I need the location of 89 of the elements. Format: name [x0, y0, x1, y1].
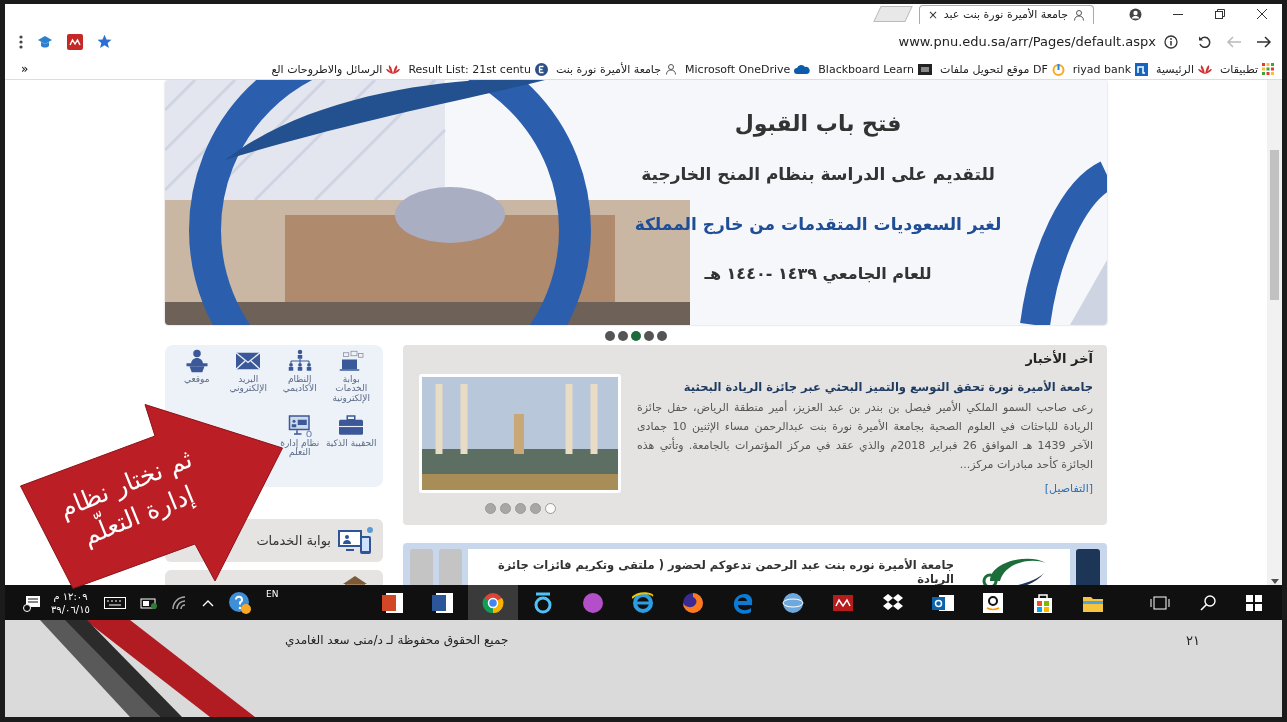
person-icon — [1073, 8, 1085, 21]
petal-logo-icon — [386, 63, 401, 75]
keyboard-icon[interactable] — [103, 596, 126, 609]
monitor-phone-icon — [337, 525, 373, 556]
footer-credit: جميع الحقوق محفوظة لـ د/منى سعد الغامدي — [285, 633, 509, 647]
quick-link[interactable]: البريد الإلكتروني — [222, 349, 274, 394]
browser-tab[interactable]: جامعة الأميرة نورة بنت عبد × — [919, 4, 1094, 24]
store-bag-icon — [1032, 591, 1055, 614]
round-browser-icon — [482, 591, 505, 614]
round-logo-icon — [534, 62, 548, 76]
bookmark[interactable]: Blackboard Learn — [818, 62, 933, 76]
circle-app-icon — [582, 591, 605, 614]
windows-start-icon[interactable] — [1246, 594, 1262, 611]
slide-dot[interactable] — [631, 331, 641, 341]
slide-dot[interactable] — [644, 331, 654, 341]
star-icon[interactable] — [97, 34, 112, 49]
banner-text: للعام الجامعي ١٤٣٩ -١٤٤٠ هـ — [704, 263, 932, 286]
address-bar[interactable]: www.pnu.edu.sa/arr/Pages/default.aspx — [126, 29, 1184, 54]
quick-link[interactable]: بوابة الخدمات الإلكترونية — [325, 349, 377, 404]
input-language[interactable]: EN — [265, 589, 279, 599]
slide-dot[interactable] — [605, 331, 615, 341]
more-bookmarks-button[interactable]: » — [21, 62, 29, 76]
slide-dot[interactable] — [657, 331, 667, 341]
slide-number: ٢١ — [1186, 633, 1200, 648]
bookmark[interactable]: الرسائل والاطروحات الع — [271, 62, 401, 76]
taskbar-app[interactable] — [468, 585, 519, 620]
chevron-up-icon[interactable] — [201, 598, 214, 607]
banner-text: للتقديم على الدراسة بنظام المنح الخارجية — [641, 163, 995, 187]
slide-dot[interactable] — [529, 503, 541, 514]
slide-dot[interactable] — [484, 503, 496, 514]
briefcase-icon — [337, 413, 366, 437]
news-paragraph: رعى صاحب السمو الملكي الأمير فيصل بن بندر بن عبد العزيز، أمير منطقة الرياض، حفل جائزة الريادة للباحثات في العلوم الصحية بجامعة الأميرة نورة بنت عبدالرحمن مساء الإثنين 10 جمادى الآخر 1439 هـ الموافق 26 فبراير 2018م والذي عقد في مركز المؤتمرات بالجامعة. وتأتي هذه الجائزة كأحد مبادرات مركز... — [637, 399, 1093, 473]
account-icon[interactable] — [1129, 7, 1142, 21]
laptop-icon — [337, 349, 366, 373]
help-icon[interactable] — [227, 590, 252, 615]
slide-dot[interactable] — [514, 503, 526, 514]
geometric-pattern-drawing — [1070, 260, 1107, 325]
person-icon — [665, 63, 678, 75]
scrollbar-thumb[interactable] — [1270, 150, 1279, 300]
reload-icon[interactable] — [1198, 34, 1212, 49]
details-link[interactable]: [التفاصيل] — [1044, 482, 1093, 495]
tab-close-button[interactable]: × — [928, 7, 939, 22]
quick-link[interactable]: موقعي — [171, 349, 223, 385]
restore-icon[interactable] — [1214, 8, 1226, 20]
tab-title: جامعة الأميرة نورة بنت عبد — [943, 8, 1068, 21]
bookmark[interactable]: موقع لتحويل ملفات DF — [940, 62, 1065, 76]
bookmark[interactable]: riyad bank — [1072, 62, 1149, 76]
wifi-icon[interactable] — [171, 595, 188, 610]
bookmark[interactable]: الرئيسية — [1156, 62, 1212, 76]
menu-icon[interactable] — [19, 34, 23, 49]
fox-browser-icon — [682, 591, 705, 614]
quick-link[interactable]: النظام الأكاديمي — [274, 349, 326, 394]
graduation-cap-icon[interactable] — [37, 34, 53, 49]
news-heading: آخر الأخبار — [1024, 351, 1093, 366]
notification-icon[interactable] — [23, 593, 41, 612]
bookmark[interactable]: تطبيقات — [1220, 62, 1274, 76]
extension-icon[interactable] — [67, 33, 83, 50]
cloud-icon — [794, 64, 811, 74]
bookmark[interactable]: جامعة الأميرة نورة بنت — [555, 62, 678, 76]
banner-text: لغير السعوديات المتقدمات من خارج المملكة — [634, 213, 1002, 237]
announcement-text: جامعة الأميرة نوره بنت عبد الرحمن تدعوكم لحضور ( ملتقى وتكريم فائزات جائزة الريادة — [496, 558, 954, 585]
task-view-icon[interactable] — [1150, 595, 1170, 610]
dark-square-icon — [918, 63, 933, 75]
url-text: www.pnu.edu.sa/arr/Pages/default.aspx — [898, 34, 1156, 49]
search-icon[interactable] — [1200, 594, 1216, 611]
slide-dot[interactable] — [499, 503, 511, 514]
news-headline[interactable]: جامعة الأميرة نورة تحقق التوسع والتميز البحثي عبر جائزة الريادة البحثية — [637, 380, 1093, 394]
power-icon — [1051, 62, 1065, 76]
quick-link[interactable]: الحقيبة الذكية — [325, 413, 377, 449]
envelope-icon — [234, 349, 263, 373]
e-logo-icon — [632, 591, 655, 614]
bookmark[interactable]: Microsoft OneDrive — [685, 62, 811, 76]
shopping-app-icon — [982, 591, 1005, 614]
close-icon[interactable] — [1256, 8, 1268, 20]
slides-app-icon — [382, 591, 405, 614]
bookmark[interactable]: Result List: 21st centu — [408, 62, 548, 76]
banner-title: فتح باب القبول — [734, 110, 902, 139]
clock[interactable]: ١٢:٠٩ م ٣٩/٠٦/١٥ — [51, 589, 90, 616]
battery-icon[interactable] — [139, 596, 158, 609]
globe-icon — [782, 591, 805, 614]
info-icon[interactable] — [1164, 34, 1178, 49]
petal-logo-icon — [1198, 63, 1212, 75]
slide-dot[interactable] — [544, 503, 556, 514]
apps-grid-icon — [1262, 63, 1274, 75]
document-app-icon — [432, 591, 455, 614]
e-logo-icon — [732, 591, 755, 614]
square-logo-icon — [1135, 62, 1149, 76]
forward-arrow-icon[interactable] — [1256, 34, 1272, 49]
slide-dot[interactable] — [618, 331, 628, 341]
